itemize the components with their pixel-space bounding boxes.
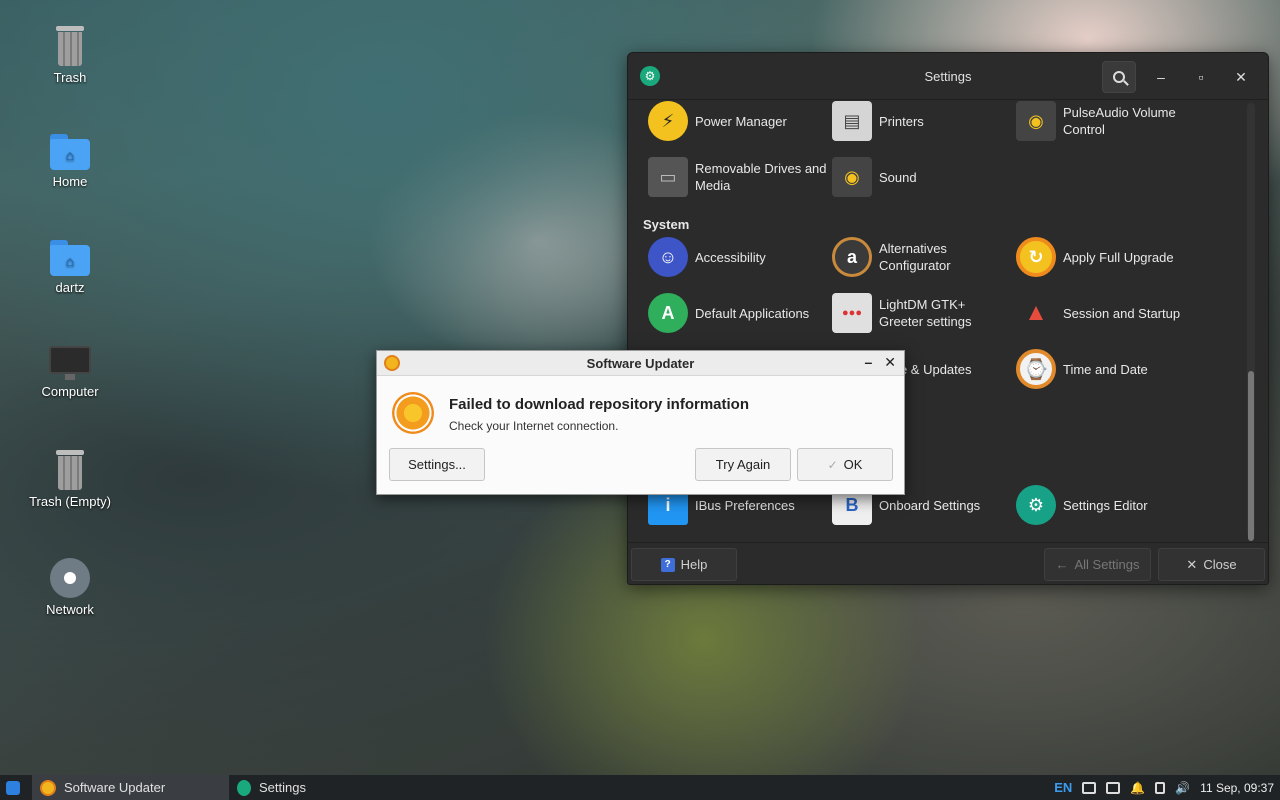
settings-footer: ? Help ← All Settings ✕ Close xyxy=(628,542,1268,584)
network-icon xyxy=(50,558,90,598)
system-tray: EN 🔔 🔊 11 Sep, 09:37 xyxy=(1054,775,1274,800)
settings-item-accessibility[interactable]: ☺ Accessibility xyxy=(648,237,828,277)
desktop-icon-label: Trash (Empty) xyxy=(29,494,111,509)
battery-icon[interactable] xyxy=(1155,781,1166,794)
settings-editor-icon: ⚙ xyxy=(1016,485,1056,525)
settings-window: ⚙ Settings – ▫ ✕ ⚡ Power Manager ▤ Print… xyxy=(627,52,1269,585)
desktop-dartz[interactable]: ⌂ dartz xyxy=(15,240,125,295)
help-icon: ? xyxy=(660,557,675,572)
home-folder-icon: ⌂ xyxy=(50,134,90,170)
software-updater-icon xyxy=(40,779,56,796)
volume-icon[interactable]: 🔊 xyxy=(1175,781,1190,795)
dialog-message: Check your Internet connection. xyxy=(449,419,619,433)
accessibility-icon: ☺ xyxy=(648,237,688,277)
display-icon[interactable] xyxy=(1082,781,1097,794)
trash-icon xyxy=(54,450,86,490)
settings-item-lightdm[interactable]: ●●● LightDM GTK+ Greeter settings xyxy=(832,293,1012,333)
dialog-titlebar: Software Updater – ✕ xyxy=(377,351,904,376)
power-icon: ⚡ xyxy=(648,101,688,141)
lightdm-icon: ●●● xyxy=(832,293,872,333)
desktop-home[interactable]: ⌂ Home xyxy=(15,134,125,189)
keyboard-layout-indicator[interactable]: EN xyxy=(1054,780,1072,795)
settings-item-power-manager[interactable]: ⚡ Power Manager xyxy=(648,101,828,141)
settings-item-time-date[interactable]: ⌚ Time and Date xyxy=(1016,349,1196,389)
update-error-icon xyxy=(392,392,434,434)
folder-icon: ⌂ xyxy=(50,240,90,276)
upgrade-icon: ↻ xyxy=(1016,237,1056,277)
close-icon[interactable]: ✕ xyxy=(884,354,896,371)
speaker-icon: ◉ xyxy=(832,157,872,197)
task-software-updater[interactable]: Software Updater xyxy=(32,775,229,800)
try-again-button[interactable]: Try Again xyxy=(695,448,791,481)
whisker-menu-button[interactable] xyxy=(0,775,25,800)
settings-item-session-startup[interactable]: ▲ Session and Startup xyxy=(1016,293,1196,333)
desktop-computer[interactable]: Computer xyxy=(15,346,125,399)
settings-item-pulseaudio[interactable]: ◉ PulseAudio Volume Control xyxy=(1016,101,1196,141)
section-label-system: System xyxy=(643,217,690,232)
menu-icon xyxy=(5,780,20,795)
software-updater-dialog: Software Updater – ✕ Failed to download … xyxy=(376,350,905,495)
search-icon xyxy=(1113,71,1125,83)
desktop-icon-label: Home xyxy=(52,174,88,189)
settings-item-default-applications[interactable]: A Default Applications xyxy=(648,293,828,333)
settings-item-printers[interactable]: ▤ Printers xyxy=(832,101,1012,141)
clock-icon: ⌚ xyxy=(1016,349,1056,389)
close-icon: ✕ xyxy=(1186,556,1198,572)
dialog-heading: Failed to download repository informatio… xyxy=(449,396,750,413)
settings-item-sound[interactable]: ◉ Sound xyxy=(832,157,1012,197)
taskbar: Software Updater Settings EN 🔔 🔊 11 Sep,… xyxy=(0,775,1280,800)
computer-icon xyxy=(49,346,91,380)
settings-item-settings-editor[interactable]: ⚙ Settings Editor xyxy=(1016,485,1196,525)
minimize-button[interactable]: – xyxy=(1146,62,1176,92)
trash-icon xyxy=(54,26,86,66)
arrow-left-icon: ← xyxy=(1055,557,1069,572)
check-icon: ✓ xyxy=(827,457,838,472)
ok-button[interactable]: ✓ OK xyxy=(797,448,893,481)
dialog-title: Software Updater xyxy=(586,355,695,371)
default-apps-icon: A xyxy=(648,293,688,333)
settings-scrollbar[interactable] xyxy=(1247,103,1255,541)
scrollbar-thumb[interactable] xyxy=(1248,371,1254,541)
desktop-icon-label: Computer xyxy=(41,384,99,399)
task-settings[interactable]: Settings xyxy=(229,775,314,800)
desktop-network[interactable]: Network xyxy=(15,558,125,617)
minimize-icon[interactable]: – xyxy=(864,354,872,371)
search-button[interactable] xyxy=(1102,61,1136,93)
alternatives-icon: a xyxy=(832,237,872,277)
desktop-trash-empty[interactable]: Trash (Empty) xyxy=(15,450,125,509)
settings-button[interactable]: Settings... xyxy=(389,448,485,481)
notification-bell-icon[interactable]: 🔔 xyxy=(1130,781,1145,795)
drive-icon: ▭ xyxy=(648,157,688,197)
clock[interactable]: 11 Sep, 09:37 xyxy=(1200,781,1274,795)
desktop-icon-label: Trash xyxy=(53,70,87,85)
close-button[interactable]: ✕ Close xyxy=(1158,548,1265,581)
desktop-icon-label: dartz xyxy=(55,280,85,295)
speaker-icon: ◉ xyxy=(1016,101,1056,141)
settings-item-alternatives[interactable]: a Alternatives Configurator xyxy=(832,237,1012,277)
printer-icon: ▤ xyxy=(832,101,872,141)
rocket-icon: ▲ xyxy=(1024,299,1048,326)
maximize-button[interactable]: ▫ xyxy=(1186,62,1216,92)
help-button[interactable]: ? Help xyxy=(631,548,737,581)
close-window-button[interactable]: ✕ xyxy=(1226,62,1256,92)
network-tray-icon[interactable] xyxy=(1106,781,1121,794)
settings-titlebar: ⚙ Settings – ▫ ✕ xyxy=(628,53,1268,100)
desktop-icon-label: Network xyxy=(46,602,94,617)
desktop-trash[interactable]: Trash xyxy=(15,26,125,85)
settings-item-apply-full-upgrade[interactable]: ↻ Apply Full Upgrade xyxy=(1016,237,1196,277)
all-settings-button[interactable]: ← All Settings xyxy=(1044,548,1151,581)
settings-app-icon xyxy=(237,779,251,796)
settings-item-removable-drives[interactable]: ▭ Removable Drives and Media xyxy=(648,157,828,197)
